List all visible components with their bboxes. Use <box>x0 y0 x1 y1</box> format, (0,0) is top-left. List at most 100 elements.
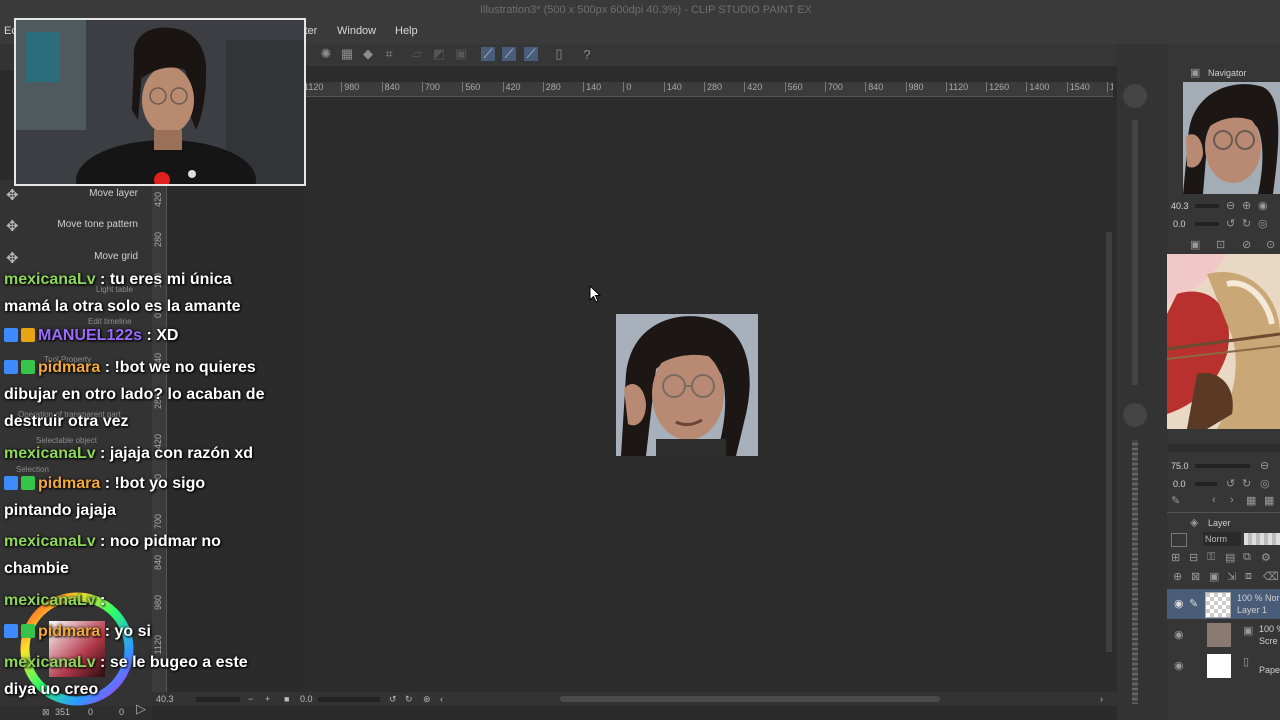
subview-ref-icon[interactable]: ⊙ <box>1266 238 1275 251</box>
panel-divider[interactable] <box>1167 444 1280 452</box>
ruler-tick-label: 1120 <box>305 82 323 92</box>
ruler-tick-label: 16 <box>1107 82 1113 92</box>
chat-text: : <box>95 592 106 609</box>
navigator-zoom-slider[interactable] <box>1195 204 1219 208</box>
fit-icon[interactable]: ■ <box>284 694 289 704</box>
green-badge-icon <box>21 624 35 638</box>
tool-move-tone-pattern[interactable]: ✥ Move tone pattern <box>0 211 150 241</box>
move-icon: ✥ <box>6 187 19 204</box>
subview-import-icon[interactable]: ⊡ <box>1216 238 1225 251</box>
ruler-tick-label: 700 <box>824 82 843 92</box>
ruler-icon[interactable]: ⧉ <box>1243 551 1251 564</box>
gear-icon[interactable]: ⚙ <box>1261 551 1271 564</box>
new-layer-icon[interactable]: ⊞ <box>1171 551 1180 564</box>
special-ruler-snap-icon[interactable]: ⟋ <box>502 46 516 61</box>
horizontal-scrollbar[interactable] <box>560 696 940 702</box>
next-icon[interactable]: › <box>1230 494 1234 506</box>
subview-zoom[interactable]: 75.0 <box>1171 461 1189 471</box>
chat-message: mexicanaLv : se le bugeo a este <box>4 649 248 676</box>
subview-angle[interactable]: 0.0 <box>1173 479 1186 489</box>
angle-slider[interactable] <box>318 697 380 702</box>
layer-row-layer1[interactable]: ◉ ✎ 100 % Nor Layer 1 <box>1167 589 1280 619</box>
help-icon[interactable]: ? <box>580 47 594 62</box>
scroll-right-icon[interactable]: › <box>1100 694 1103 704</box>
rotate-right-icon[interactable]: ↻ <box>1242 217 1251 230</box>
play-icon[interactable]: ▷ <box>136 701 146 717</box>
new-folder-icon[interactable]: ▣ <box>1209 570 1219 583</box>
transfer-icon[interactable]: ⇲ <box>1227 570 1236 583</box>
lock-icon[interactable]: ⚿ <box>1207 551 1215 564</box>
ruler-snap-icon[interactable]: ⟋ <box>481 46 495 61</box>
layer-row-paper[interactable]: ◉ ▯ Pape <box>1167 651 1280 681</box>
navigator-label[interactable]: Navigator <box>1208 68 1247 78</box>
ruler-icon[interactable]: ▯ <box>552 46 566 61</box>
navigator-preview[interactable] <box>1183 82 1280 194</box>
fit-icon[interactable]: ◉ <box>1258 199 1268 212</box>
paper-layer-icon: ▯ <box>1243 656 1250 668</box>
panel-collapse-button[interactable] <box>1123 403 1147 427</box>
delete-icon[interactable]: ⌫ <box>1263 570 1279 583</box>
zoom-out-icon[interactable]: − <box>248 694 253 704</box>
subview-angle-slider[interactable] <box>1195 482 1217 486</box>
canvas-zoom[interactable]: 40.3 <box>156 694 174 704</box>
dock-scrollbar[interactable] <box>1132 120 1138 385</box>
menu-window[interactable]: Window <box>337 25 376 37</box>
opacity-slider[interactable] <box>1244 533 1280 545</box>
ruler-tick-label: 420 <box>502 82 521 92</box>
layer-panel-label[interactable]: Layer <box>1208 518 1231 528</box>
eyedropper-icon[interactable]: ✎ <box>1171 494 1180 507</box>
transform-icon[interactable]: ▦ <box>340 46 354 61</box>
reset-rotation-icon[interactable]: ◎ <box>1260 477 1270 490</box>
scroll-left-icon[interactable]: ‹ <box>440 694 443 704</box>
subview-zoom-slider[interactable] <box>1195 464 1250 468</box>
rotate-left-icon[interactable]: ↺ <box>389 694 397 705</box>
reset-rotation-icon[interactable]: ◎ <box>1258 217 1268 230</box>
rotate-left-icon[interactable]: ↺ <box>1226 477 1235 490</box>
chat-username: pidmara <box>38 623 101 640</box>
zoom-in-icon[interactable]: ⊕ <box>1242 199 1251 212</box>
menu-help[interactable]: Help <box>395 25 418 37</box>
blend-mode-select[interactable]: Norm <box>1203 532 1241 546</box>
rotate-left-icon[interactable]: ↺ <box>1226 217 1235 230</box>
new-vector-icon[interactable]: ⊠ <box>1191 570 1200 583</box>
subview-tab-icon[interactable]: ▣ <box>1190 238 1200 251</box>
layer-name: Scre <box>1259 636 1278 646</box>
merge-icon[interactable]: ⧈ <box>1245 570 1252 583</box>
grid-view-icon[interactable]: ▦ <box>1264 494 1274 507</box>
canvas-angle[interactable]: 0.0 <box>300 694 313 704</box>
navigator-angle-slider[interactable] <box>1195 222 1219 226</box>
zoom-slider[interactable] <box>196 697 240 702</box>
fill-icon[interactable]: ◆ <box>361 46 375 61</box>
dock-scrollbar[interactable] <box>1132 440 1138 704</box>
visibility-eye-icon[interactable]: ◉ <box>1174 597 1184 610</box>
layer-opacity: 100 % Nor <box>1237 593 1280 603</box>
crop-icon[interactable]: ⌗ <box>382 46 396 61</box>
rotate-right-icon[interactable]: ↻ <box>405 694 413 705</box>
panel-collapse-button[interactable] <box>1123 84 1147 108</box>
sub-view-image[interactable] <box>1167 254 1280 429</box>
reset-rotation-icon[interactable]: ⊛ <box>423 694 431 705</box>
sun-icon[interactable]: ✺ <box>319 46 333 61</box>
previous-icon[interactable]: ‹ <box>1212 494 1216 506</box>
grid-snap-icon[interactable]: ⟋ <box>524 46 538 61</box>
ruler-tick-label: 140 <box>583 82 601 92</box>
subview-clear-icon[interactable]: ⊘ <box>1242 238 1251 251</box>
visibility-eye-icon[interactable]: ◉ <box>1174 628 1184 641</box>
ruler-tick-label: 840 <box>381 82 400 92</box>
zoom-in-icon[interactable]: + <box>265 694 270 704</box>
clip-icon[interactable]: ⊟ <box>1189 551 1198 564</box>
navigator-zoom[interactable]: 40.3 <box>1171 201 1189 211</box>
grid-view-icon[interactable]: ▦ <box>1246 494 1256 507</box>
zoom-out-icon[interactable]: ⊖ <box>1226 199 1235 212</box>
layer-property-icon[interactable] <box>1171 533 1187 547</box>
layer-row-screenshot[interactable]: ◉ ▣ 100 % Scre <box>1167 620 1280 650</box>
vertical-scrollbar[interactable] <box>1106 232 1112 652</box>
rotate-right-icon[interactable]: ↻ <box>1242 477 1251 490</box>
canvas-image[interactable] <box>616 314 758 456</box>
zoom-out-icon[interactable]: ⊖ <box>1260 459 1269 472</box>
left-count: 351 <box>55 707 71 717</box>
new-raster-icon[interactable]: ⊕ <box>1173 570 1182 583</box>
layer-mask-icon[interactable]: ▤ <box>1225 551 1235 564</box>
visibility-eye-icon[interactable]: ◉ <box>1174 659 1184 672</box>
navigator-angle[interactable]: 0.0 <box>1173 219 1186 229</box>
